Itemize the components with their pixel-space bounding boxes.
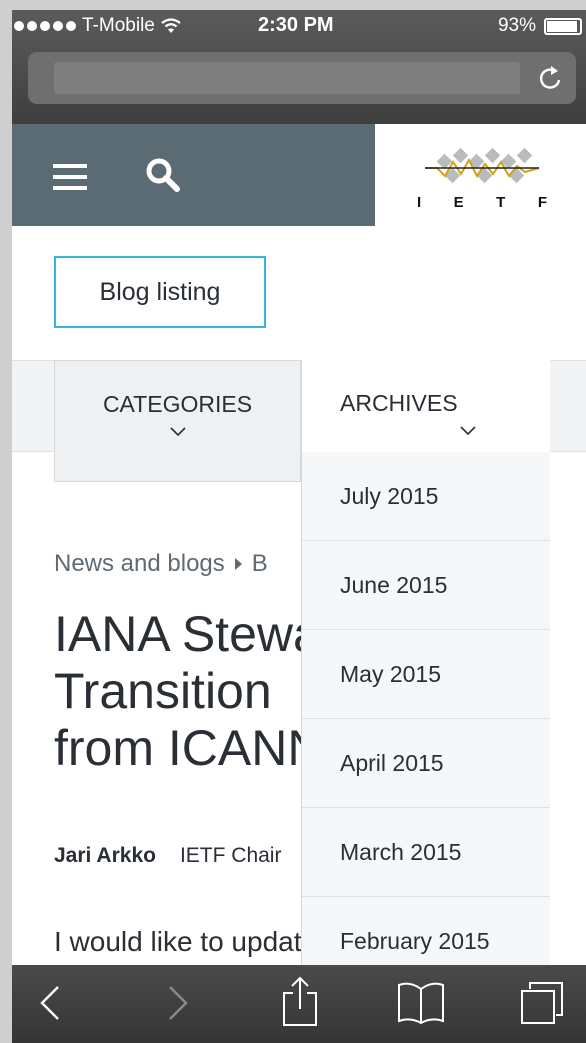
tabs-icon[interactable] [518, 979, 566, 1027]
back-icon[interactable] [38, 983, 62, 1023]
breadcrumb-blog-link[interactable]: B [252, 550, 268, 578]
author-role: IETF Chair [179, 844, 282, 867]
url-field[interactable] [54, 62, 520, 94]
forward-icon[interactable] [166, 983, 190, 1023]
categories-label: CATEGORIES [102, 391, 253, 417]
breadcrumb: News and blogs B [54, 550, 268, 578]
wifi-icon [161, 18, 181, 33]
breadcrumb-news-link[interactable]: News and blogs [54, 550, 225, 578]
logo-mark [425, 147, 540, 184]
battery-icon [544, 17, 582, 35]
reload-icon[interactable] [538, 64, 564, 92]
chevron-down-icon [460, 426, 476, 436]
archive-item[interactable]: April 2015 [302, 719, 550, 808]
site-header: I E T F [12, 124, 586, 226]
archive-item[interactable]: March 2015 [302, 808, 550, 897]
archives-dropdown: July 2015 June 2015 May 2015 April 2015 … [301, 452, 550, 967]
phone-screen: T-Mobile 2:30 PM 93% I E T F Blog listin… [12, 10, 586, 1043]
archives-tab[interactable]: ARCHIVES [301, 360, 550, 452]
archive-item[interactable]: May 2015 [302, 630, 550, 719]
clock: 2:30 PM [258, 14, 334, 36]
address-bar[interactable] [28, 52, 576, 104]
status-bar: T-Mobile 2:30 PM 93% [12, 10, 586, 44]
battery-percent: 93% [497, 15, 536, 36]
signal-icon [14, 21, 76, 31]
article-lead: I would like to update [54, 926, 318, 957]
categories-tab[interactable]: CATEGORIES [54, 360, 301, 482]
ietf-logo[interactable]: I E T F [417, 146, 547, 216]
share-icon[interactable] [280, 975, 320, 1027]
browser-toolbar [12, 965, 586, 1043]
logo-text: I E T F [417, 194, 547, 211]
author-name[interactable]: Jari Arkko [54, 844, 156, 867]
menu-icon[interactable] [53, 164, 87, 190]
archive-item[interactable]: July 2015 [302, 452, 550, 541]
bookmarks-icon[interactable] [396, 981, 446, 1025]
archive-item[interactable]: February 2015 [302, 897, 550, 967]
carrier-label: T-Mobile [82, 15, 155, 36]
breadcrumb-separator-icon [234, 558, 242, 570]
search-icon[interactable] [144, 156, 182, 194]
header-nav [12, 124, 375, 226]
author-line: Jari Arkko IETF Chair [54, 844, 281, 868]
archives-label: ARCHIVES [340, 390, 458, 416]
browser-top-bar: T-Mobile 2:30 PM 93% [12, 10, 586, 124]
archive-item[interactable]: June 2015 [302, 541, 550, 630]
blog-listing-button[interactable]: Blog listing [54, 256, 266, 328]
chevron-down-icon [169, 427, 186, 437]
